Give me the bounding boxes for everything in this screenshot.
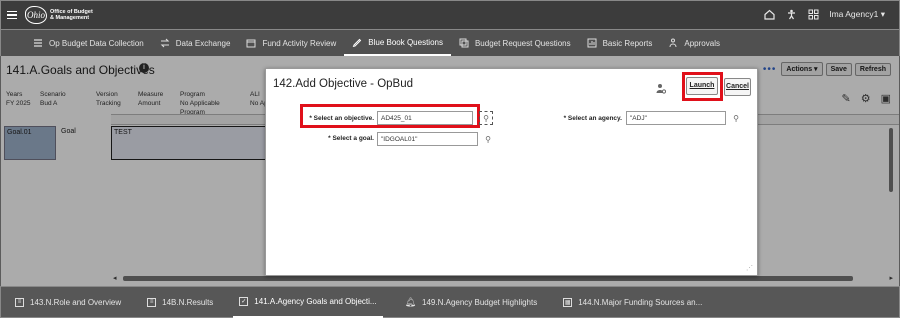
pov-program[interactable]: Program No Applicable Program xyxy=(180,90,242,117)
nav-label: Budget Request Questions xyxy=(474,38,571,48)
user-name: Ima Agency1 xyxy=(829,8,879,19)
nav-label: Approvals xyxy=(684,38,720,48)
launch-button[interactable]: Launch xyxy=(686,77,718,95)
menu-icon[interactable] xyxy=(7,9,17,22)
bell-icon: 🔔︎ xyxy=(404,296,417,307)
scroll-left-icon[interactable]: ◂ xyxy=(113,274,117,282)
logo-text: Office of Budget & Management xyxy=(50,9,93,21)
navigator-grid-icon[interactable] xyxy=(807,8,819,20)
list-icon xyxy=(33,38,43,48)
tab-label: 143.N.Role and Overview xyxy=(30,297,122,307)
pov-measure[interactable]: Measure Amount xyxy=(138,90,172,117)
tab-label: 14B.N.Results xyxy=(162,297,214,307)
user-menu[interactable]: Ima Agency1 ▾ xyxy=(829,9,885,20)
edit-pencil-icon[interactable]: ✎ xyxy=(842,92,851,105)
refresh-button[interactable]: Refresh xyxy=(854,62,891,76)
tab-label: 141.A.Agency Goals and Objecti... xyxy=(254,296,377,306)
nav-label: Blue Book Questions xyxy=(368,37,443,47)
main-nav: Op Budget Data Collection Data Exchange … xyxy=(0,30,900,56)
people-icon xyxy=(668,38,678,48)
pencil-icon xyxy=(352,37,362,47)
form-tab-results[interactable]: ≡ 14B.N.Results xyxy=(141,286,219,318)
save-button[interactable]: Save xyxy=(825,62,852,76)
dialog-title: 142.Add Objective - OpBud xyxy=(273,78,413,90)
form-tab-agency-goals[interactable]: ✓ 141.A.Agency Goals and Objecti... xyxy=(233,286,383,318)
chevron-down-icon: ▾ xyxy=(880,8,885,19)
report-icon xyxy=(587,38,597,48)
nav-item-approvals[interactable]: Approvals xyxy=(660,30,728,56)
pov-scenario[interactable]: Scenario Bud A xyxy=(40,90,88,117)
objective-label: * Select an objective. xyxy=(309,115,374,122)
pov-bar: Years FY 2025 Scenario Bud A Version Tracki… xyxy=(6,90,280,117)
form-tab-budget-highlights[interactable]: 🔔︎ 149.N.Agency Budget Highlights xyxy=(399,286,544,318)
clipboard-icon: ✓ xyxy=(239,296,249,306)
nav-item-fund-activity-review[interactable]: Fund Activity Review xyxy=(238,30,344,56)
copy-icon xyxy=(459,38,469,48)
tab-label: 149.N.Agency Budget Highlights xyxy=(422,297,538,307)
settings-gear-icon[interactable]: ⚙ xyxy=(861,92,871,105)
form-tabs: ≡ 143.N.Role and Overview ≡ 14B.N.Result… xyxy=(0,286,900,318)
member-selector-icon[interactable]: ⚲ xyxy=(729,111,743,125)
agency-label: * Select an agency. xyxy=(563,115,622,122)
panel-toggle-icon[interactable]: ▣ xyxy=(881,92,891,105)
nav-label: Basic Reports xyxy=(602,38,653,48)
ohio-logo-mark: Ohio xyxy=(25,6,47,24)
document-icon: ≡ xyxy=(147,297,157,307)
pov-years[interactable]: Years FY 2025 xyxy=(6,90,32,117)
scroll-right-icon[interactable]: ▸ xyxy=(889,274,893,282)
more-dots-icon[interactable]: ••• xyxy=(763,64,777,75)
goal-label: * Select a goal. xyxy=(328,135,374,142)
cancel-button[interactable]: Cancel xyxy=(724,78,751,96)
logo: Ohio Office of Budget & Management xyxy=(25,6,96,24)
vertical-scrollbar[interactable] xyxy=(889,128,893,192)
user-settings-icon[interactable] xyxy=(656,83,667,96)
goal-input[interactable] xyxy=(377,132,478,146)
exchange-icon xyxy=(160,38,170,48)
accessibility-icon[interactable] xyxy=(785,8,797,20)
nav-item-data-exchange[interactable]: Data Exchange xyxy=(152,30,239,56)
nav-label: Fund Activity Review xyxy=(262,38,337,48)
nav-item-budget-request-questions[interactable]: Budget Request Questions xyxy=(451,30,579,56)
page-title: 141.A.Goals and Objectives xyxy=(6,63,155,77)
add-objective-dialog: 142.Add Objective - OpBud Launch Cancel … xyxy=(265,68,758,276)
member-selector-icon[interactable]: ⚲ xyxy=(479,111,493,125)
objective-input[interactable] xyxy=(377,111,473,125)
form-tab-funding-sources[interactable]: ▦ 144.N.Major Funding Sources an... xyxy=(557,286,708,318)
info-icon[interactable]: i xyxy=(139,63,149,73)
member-selector-icon[interactable]: ⚲ xyxy=(481,132,495,146)
grid-cell-goal-label: Goal xyxy=(61,128,76,135)
app-header: Ohio Office of Budget & Management Ima A… xyxy=(0,0,900,30)
home-icon[interactable] xyxy=(763,8,775,20)
agency-input[interactable] xyxy=(626,111,726,125)
nav-label: Op Budget Data Collection xyxy=(49,38,144,48)
nav-item-basic-reports[interactable]: Basic Reports xyxy=(579,30,661,56)
table-icon: ▦ xyxy=(563,297,573,307)
nav-item-op-budget-data-collection[interactable]: Op Budget Data Collection xyxy=(25,30,152,56)
form-tab-role-overview[interactable]: ≡ 143.N.Role and Overview xyxy=(9,286,127,318)
calendar-icon xyxy=(246,38,256,48)
horizontal-scrollbar[interactable] xyxy=(123,276,853,281)
pov-version[interactable]: Version Tracking xyxy=(96,90,130,117)
nav-label: Data Exchange xyxy=(175,38,231,48)
resize-grip-icon[interactable]: ⋰ xyxy=(746,264,753,272)
tab-label: 144.N.Major Funding Sources an... xyxy=(578,297,703,307)
nav-item-blue-book-questions[interactable]: Blue Book Questions xyxy=(344,30,451,56)
actions-button[interactable]: Actions ▾ xyxy=(781,62,823,76)
document-icon: ≡ xyxy=(15,297,24,307)
grid-cell-goal-code[interactable]: Goal.01 xyxy=(4,126,56,160)
